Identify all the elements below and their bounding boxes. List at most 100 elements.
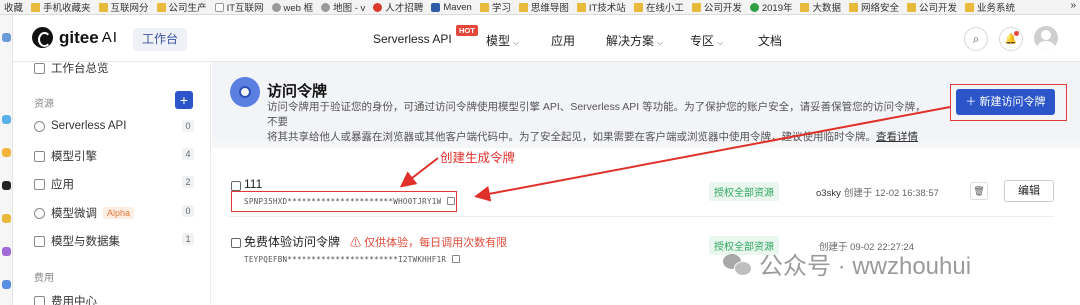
notification-dot: [1014, 31, 1019, 36]
nav-model[interactable]: 模型 ⌵: [486, 32, 519, 49]
copy-icon[interactable]: [452, 255, 461, 263]
bookmark-label: Maven: [443, 1, 472, 13]
watermark-text: 公众号 · wwzhouhui: [759, 253, 972, 280]
bookmark-icon: [431, 2, 441, 12]
page-header: 访问令牌 访问令牌用于验证您的身份，可通过访问令牌使用模型引擎 API、Serv…: [212, 62, 1080, 143]
sidebar-item-label: 模型微调: [51, 208, 97, 220]
sidebar-item-model-engine[interactable]: 模型引擎: [34, 148, 97, 164]
strip-app-icon[interactable]: [2, 280, 11, 289]
token-warning: ⚠ 仅供体验，每日调用次数有限: [350, 237, 508, 249]
sidebar-item-label: 费用中心: [51, 296, 97, 305]
sidebar-item-overview[interactable]: 工作台总览: [34, 60, 109, 76]
bookmark-item[interactable]: 公司开发: [903, 0, 961, 14]
bookmark-item[interactable]: 业务系统: [961, 0, 1019, 14]
bookmark-item[interactable]: 2019年: [746, 0, 797, 14]
strip-app-icon[interactable]: [2, 214, 11, 223]
bookmark-label: 在线小工: [645, 3, 684, 14]
user-avatar[interactable]: [1034, 26, 1058, 50]
strip-app-icon[interactable]: [2, 115, 11, 124]
bookmark-label: 手机收藏夹: [43, 3, 91, 14]
bookmark-icon: [749, 2, 759, 12]
tuning-icon: [34, 207, 45, 219]
bookmark-item[interactable]: 学习: [476, 0, 515, 14]
bookmark-item[interactable]: 人才招聘: [369, 0, 427, 14]
bookmark-label: 地图 - v: [333, 3, 366, 14]
token-owner: o3sky: [816, 188, 841, 199]
strip-app-icon[interactable]: [2, 181, 11, 190]
token-icon: [231, 238, 241, 248]
bookmark-item[interactable]: 公司生产: [153, 0, 211, 14]
bookmark-item[interactable]: 在线小工: [630, 0, 688, 14]
sidebar-item-label: Serverless API: [51, 120, 127, 132]
token-name: 免费体验访问令牌: [244, 235, 341, 249]
folder-icon: [907, 2, 917, 12]
grid-icon: [34, 62, 45, 74]
nav-serverless-api[interactable]: Serverless API: [373, 32, 452, 46]
sidebar-count: 0: [182, 205, 194, 217]
bookmark-label: 学习: [491, 3, 511, 14]
bookmark-label: IT互联网: [226, 3, 264, 14]
nav-app[interactable]: 应用: [551, 32, 575, 49]
bookmark-item[interactable]: 互联网分: [95, 0, 153, 14]
bookmark-item[interactable]: 收藏: [0, 0, 27, 14]
strip-home-icon[interactable]: [2, 33, 11, 42]
browser-side-strip: [0, 15, 13, 305]
sidebar-item-label: 模型引擎: [51, 151, 97, 163]
bookmark-item[interactable]: 思维导图: [515, 0, 573, 14]
workbench-button[interactable]: 工作台: [133, 28, 187, 51]
sidebar-item-models-datasets[interactable]: 模型与数据集: [34, 233, 120, 249]
token-created-time: 创建于 12-02 16:38:57: [843, 188, 939, 199]
folder-icon: [691, 2, 701, 12]
gitee-logo-icon: [32, 27, 53, 48]
permission-tag: 授权全部资源: [709, 182, 779, 201]
sidebar-item-billing-center[interactable]: 费用中心: [34, 293, 97, 305]
token-value: TEYPQEFBN***********************I2TWKHHF…: [244, 255, 461, 264]
nav-docs[interactable]: 文档: [758, 32, 782, 49]
gear-icon: [230, 77, 260, 107]
strip-app-icon[interactable]: [2, 247, 11, 256]
sidebar-count: 4: [182, 148, 194, 160]
nav-zone-label: 专区: [690, 34, 715, 48]
logo-text: gitee: [59, 27, 99, 47]
bookmark-item[interactable]: IT互联网: [211, 0, 268, 14]
nav-zone[interactable]: 专区 ⌵: [690, 32, 723, 49]
view-details-link[interactable]: 查看详情: [876, 131, 918, 143]
bookmark-label: 思维导图: [530, 3, 569, 14]
bookmark-item[interactable]: 手机收藏夹: [27, 0, 95, 14]
delete-button[interactable]: 🗑: [970, 182, 988, 200]
sidebar-section-billing: 费用: [34, 273, 54, 284]
folder-icon: [479, 2, 489, 12]
search-icon: ⌕: [972, 31, 980, 46]
bookmark-icon: [214, 2, 224, 12]
edit-button[interactable]: 编辑: [1004, 180, 1054, 202]
chevron-down-icon: ⌵: [513, 38, 520, 47]
notification-button[interactable]: 🔔: [999, 27, 1023, 51]
top-navigation: gitee AI 工作台 Serverless API HOT 模型 ⌵ 应用 解…: [13, 15, 1080, 62]
folder-icon: [576, 2, 586, 12]
bookmark-item[interactable]: web 框: [268, 0, 318, 14]
folder-icon: [800, 2, 810, 12]
strip-app-icon[interactable]: [2, 148, 11, 157]
bookmark-label: IT技术站: [588, 3, 626, 14]
bookmark-item[interactable]: 地图 - v: [317, 0, 369, 14]
gitee-ai-logo[interactable]: gitee AI: [32, 27, 118, 48]
sidebar-item-serverless-api[interactable]: Serverless API: [34, 120, 126, 132]
chevron-down-icon: ⌵: [717, 38, 724, 47]
description-line: 将其共享给他人或暴露在浏览器或其他客户端代码中。为了安全起见，如果需要在客户端或…: [267, 131, 876, 143]
bookmarks-more-button[interactable]: »: [1066, 0, 1076, 11]
bookmark-item[interactable]: 大数据: [796, 0, 845, 14]
new-access-token-button[interactable]: ＋ 新建访问令牌: [956, 89, 1055, 115]
add-resource-button[interactable]: +: [175, 91, 193, 109]
bookmark-item[interactable]: Maven: [427, 2, 476, 13]
bookmark-item[interactable]: IT技术站: [573, 0, 630, 14]
sidebar-item-apps[interactable]: 应用: [34, 176, 74, 192]
search-button[interactable]: ⌕: [964, 27, 988, 51]
nav-solutions[interactable]: 解决方案 ⌵: [606, 32, 663, 49]
bookmark-item[interactable]: 网络安全: [845, 0, 903, 14]
token-value-highlight-box: [231, 191, 457, 212]
sidebar-item-fine-tuning[interactable]: 模型微调 Alpha: [34, 205, 135, 221]
token-name-line: 免费体验访问令牌 ⚠ 仅供体验，每日调用次数有限: [244, 233, 507, 250]
token-list: 111 SPNP35HXD**********************WHO0T…: [212, 148, 1080, 305]
token-value-text: TEYPQEFBN***********************I2TWKHHF…: [244, 255, 447, 264]
bookmark-item[interactable]: 公司开发: [688, 0, 746, 14]
